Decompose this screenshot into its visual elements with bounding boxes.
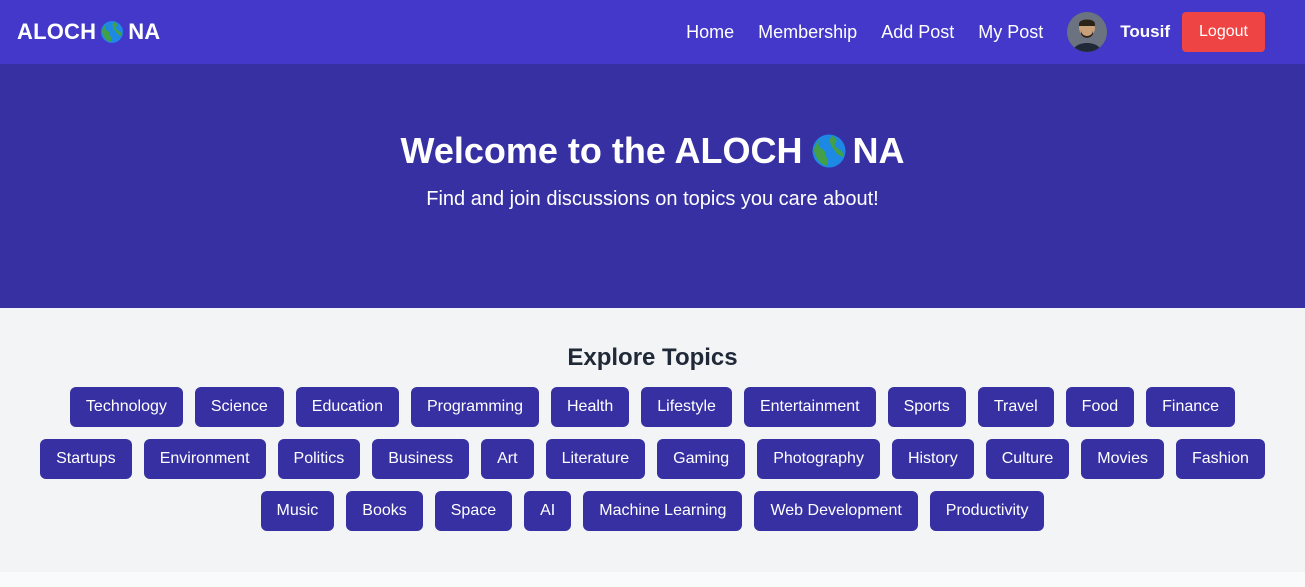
topic-chip-programming[interactable]: Programming bbox=[410, 387, 539, 427]
topic-chip-photography[interactable]: Photography bbox=[757, 439, 880, 479]
topic-chip-health[interactable]: Health bbox=[551, 387, 630, 427]
topics-title: Explore Topics bbox=[567, 344, 738, 371]
topic-chip-entertainment[interactable]: Entertainment bbox=[743, 387, 876, 427]
topic-chip-web-development[interactable]: Web Development bbox=[754, 491, 918, 531]
topic-chip-sports[interactable]: Sports bbox=[887, 387, 966, 427]
topic-chip-books[interactable]: Books bbox=[346, 491, 423, 531]
topic-chip-business[interactable]: Business bbox=[372, 439, 470, 479]
brand-logo[interactable]: ALOCH NA bbox=[17, 19, 160, 45]
topic-chip-history[interactable]: History bbox=[891, 439, 974, 479]
topics-section: Explore Topics Technology Science Educatio… bbox=[0, 308, 1305, 572]
hero-title: Welcome to the ALOCH NA bbox=[0, 130, 1305, 172]
topic-chip-music[interactable]: Music bbox=[260, 491, 335, 531]
topic-chip-lifestyle[interactable]: Lifestyle bbox=[641, 387, 732, 427]
topic-chip-fashion[interactable]: Fashion bbox=[1175, 439, 1265, 479]
topic-chip-culture[interactable]: Culture bbox=[985, 439, 1070, 479]
topic-chip-machine-learning[interactable]: Machine Learning bbox=[583, 491, 743, 531]
user-avatar-icon bbox=[1067, 12, 1108, 52]
hero-subtitle: Find and join discussions on topics you … bbox=[426, 188, 879, 210]
brand-text-end: NA bbox=[128, 19, 161, 44]
topic-chip-politics[interactable]: Politics bbox=[277, 439, 361, 479]
topic-chip-ai[interactable]: AI bbox=[524, 491, 572, 531]
hero-title-end: NA bbox=[852, 130, 905, 171]
navbar: ALOCH NA Home Membership Add Post My Pos… bbox=[0, 0, 1305, 64]
nav-menu: Home Membership Add Post My Post Tousif … bbox=[686, 12, 1265, 52]
username: Tousif bbox=[1120, 22, 1170, 41]
topic-chip-food[interactable]: Food bbox=[1065, 387, 1135, 427]
hero-section: Welcome to the ALOCH NA Find and join di… bbox=[0, 64, 1305, 308]
nav-my-post[interactable]: My Post bbox=[978, 22, 1043, 43]
topic-chip-row: Music Books Space AI Machine Learning Web Dev… bbox=[0, 491, 1305, 531]
topic-chip-row: Technology Science Education Programming Hea… bbox=[0, 387, 1305, 427]
topic-chip-education[interactable]: Education bbox=[295, 387, 399, 427]
globe-icon bbox=[101, 21, 124, 43]
nav-home[interactable]: Home bbox=[686, 22, 734, 43]
topic-chip-list: Technology Science Education Programming Hea… bbox=[0, 387, 1305, 531]
topic-chip-startups[interactable]: Startups bbox=[40, 439, 132, 479]
hero-title-start: Welcome to the ALOCH bbox=[400, 130, 803, 171]
topic-chip-art[interactable]: Art bbox=[481, 439, 534, 479]
brand-text-start: ALOCH bbox=[17, 19, 97, 44]
topic-chip-science[interactable]: Science bbox=[194, 387, 284, 427]
topic-chip-gaming[interactable]: Gaming bbox=[657, 439, 746, 479]
topic-chip-row: Startups Environment Politics Business Art Li… bbox=[0, 439, 1305, 479]
topic-chip-movies[interactable]: Movies bbox=[1081, 439, 1164, 479]
globe-icon bbox=[812, 134, 846, 168]
topic-chip-environment[interactable]: Environment bbox=[143, 439, 266, 479]
topic-chip-technology[interactable]: Technology bbox=[69, 387, 183, 427]
nav-membership[interactable]: Membership bbox=[758, 22, 857, 43]
logout-button[interactable]: Logout bbox=[1182, 12, 1265, 52]
avatar[interactable] bbox=[1067, 12, 1108, 52]
topic-chip-finance[interactable]: Finance bbox=[1146, 387, 1236, 427]
topic-chip-productivity[interactable]: Productivity bbox=[929, 491, 1045, 531]
nav-add-post[interactable]: Add Post bbox=[881, 22, 954, 43]
topic-chip-space[interactable]: Space bbox=[434, 491, 513, 531]
topic-chip-literature[interactable]: Literature bbox=[545, 439, 646, 479]
topic-chip-travel[interactable]: Travel bbox=[977, 387, 1054, 427]
